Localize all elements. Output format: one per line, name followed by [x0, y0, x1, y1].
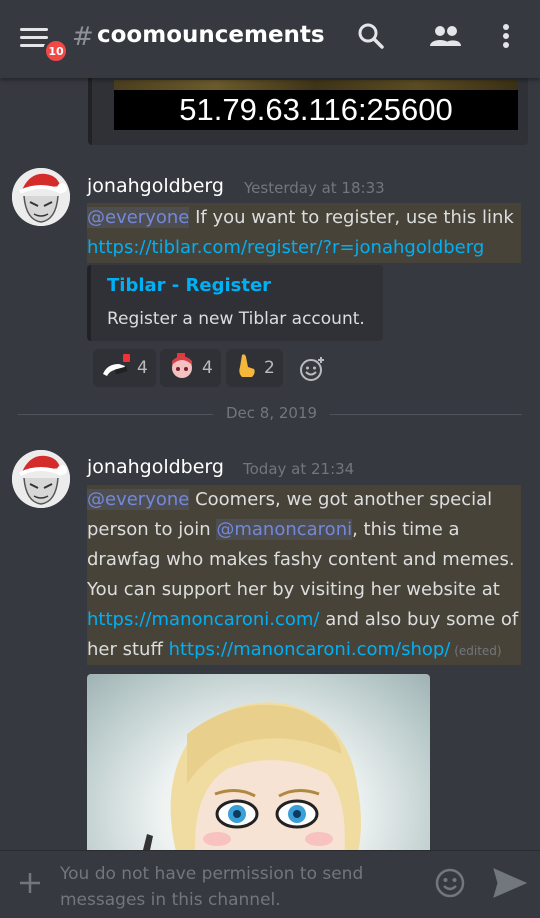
- channel-hash-icon: #: [72, 22, 94, 52]
- message-text: person to join: [87, 519, 217, 540]
- user-mention[interactable]: @manoncaroni: [216, 519, 353, 540]
- reaction-count: 4: [202, 358, 213, 378]
- pointing-hand-emoji-icon: [234, 353, 258, 383]
- username[interactable]: jonahgoldberg: [87, 456, 224, 478]
- message-content: @everyone If you want to register, use t…: [87, 203, 521, 263]
- anime-girl-emoji-icon: [168, 353, 196, 383]
- image-attachment[interactable]: [87, 674, 430, 874]
- members-icon[interactable]: [427, 20, 463, 52]
- message-text: her stuff: [87, 639, 169, 660]
- reaction-count: 2: [264, 358, 275, 378]
- reaction-count: 4: [137, 358, 148, 378]
- channel-title: coomouncements: [97, 22, 325, 48]
- message-text: Coomers, we got another special: [189, 489, 493, 510]
- date-divider: Dec 8, 2019: [226, 404, 318, 422]
- link-embed: Tiblar - Register Register a new Tiblar …: [87, 265, 383, 341]
- send-icon[interactable]: [492, 867, 528, 899]
- website-link[interactable]: https://manoncaroni.com/: [87, 609, 320, 630]
- server-ip-text: 51.79.63.116:25600: [179, 92, 453, 127]
- timestamp: Yesterday at 18:33: [244, 179, 385, 197]
- avatar[interactable]: [12, 450, 70, 508]
- message-text: and also buy some of: [319, 609, 519, 630]
- shop-link[interactable]: https://manoncaroni.com/shop/: [169, 639, 451, 660]
- vape-emoji-icon: [101, 354, 131, 382]
- emoji-icon[interactable]: [434, 867, 466, 899]
- date-divider-line: [18, 414, 213, 415]
- message-text: , this time a: [352, 519, 460, 540]
- date-divider-line: [330, 414, 522, 415]
- message-input-bar: You do not have permission to send messa…: [0, 850, 540, 918]
- message-content: @everyone Coomers, we got another specia…: [87, 485, 521, 665]
- more-options-icon[interactable]: [490, 20, 522, 52]
- reaction[interactable]: 2: [226, 349, 283, 387]
- edited-label: (edited): [450, 644, 502, 658]
- register-link[interactable]: https://tiblar.com/register/?r=jonahgold…: [87, 237, 484, 258]
- add-reaction-icon[interactable]: [299, 356, 325, 382]
- everyone-mention[interactable]: @everyone: [87, 207, 190, 228]
- embed-description: Register a new Tiblar account.: [107, 309, 365, 329]
- channel-header: 10 # coomouncements: [0, 0, 540, 78]
- message-text: drawfag who makes fashy content and meme…: [87, 549, 515, 570]
- reaction[interactable]: 4: [93, 349, 156, 387]
- message-text: If you want to register, use this link: [189, 207, 514, 228]
- avatar[interactable]: [12, 168, 70, 226]
- message-text: You can support her by visiting her webs…: [87, 579, 500, 600]
- timestamp: Today at 21:34: [243, 460, 355, 478]
- server-ip-image[interactable]: 51.79.63.116:25600: [114, 80, 518, 130]
- message-input[interactable]: You do not have permission to send messa…: [60, 861, 400, 913]
- everyone-mention[interactable]: @everyone: [87, 489, 190, 510]
- embed-title[interactable]: Tiblar - Register: [107, 275, 271, 296]
- username[interactable]: jonahgoldberg: [87, 175, 224, 197]
- unread-badge: 10: [43, 38, 69, 64]
- reaction[interactable]: 4: [160, 349, 221, 387]
- search-icon[interactable]: [355, 20, 387, 52]
- plus-icon[interactable]: [16, 869, 44, 897]
